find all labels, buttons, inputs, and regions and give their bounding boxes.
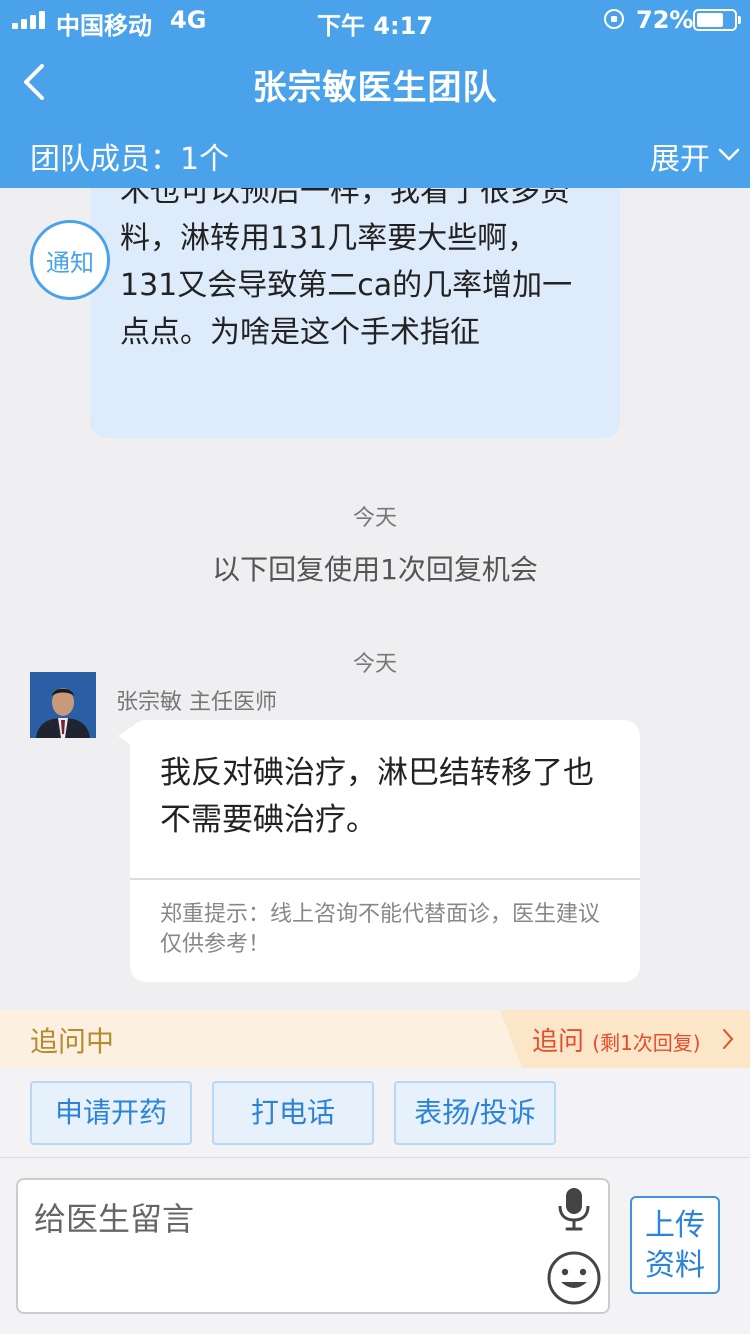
- team-members-label: 团队成员：1个: [30, 142, 230, 177]
- followup-remaining: (剩1次回复): [592, 1031, 701, 1055]
- page-title: 张宗敏医生团队: [252, 68, 498, 108]
- followup-status: 追问中: [30, 1025, 115, 1058]
- divider: [130, 878, 640, 880]
- chevron-down-icon[interactable]: [718, 148, 740, 162]
- expand-button[interactable]: 展开: [650, 134, 710, 178]
- doctor-reply-text: 我反对碘治疗，淋巴结转移了也不需要碘治疗。: [160, 755, 594, 838]
- status-bar: 中国移动 4G 下午 4:17 72%: [0, 0, 750, 40]
- timestamp-label: 今天: [352, 506, 397, 531]
- doctor-avatar[interactable]: [30, 672, 96, 738]
- notice-message-bubble: 术也可以预后一样，我看了很多资料，淋转用131几率要大些啊，131又会导致第二c…: [90, 188, 620, 438]
- input-placeholder: 给医生留言: [34, 1200, 195, 1238]
- followup-bar: 追问中 追问 (剩1次回复): [0, 1010, 750, 1068]
- timestamp-label: 今天: [352, 652, 397, 677]
- message-input[interactable]: 给医生留言: [16, 1178, 610, 1314]
- followup-button-label: 追问 (剩1次回复): [532, 1021, 701, 1058]
- rotation-lock-icon: [604, 9, 624, 29]
- mic-icon[interactable]: [554, 1186, 594, 1232]
- emoji-icon[interactable]: [546, 1250, 602, 1306]
- input-area: 给医生留言 上传资料: [0, 1158, 750, 1334]
- request-prescription-button[interactable]: 申请开药: [30, 1081, 192, 1145]
- doctor-name: 张宗敏 主任医师: [116, 690, 277, 715]
- upload-files-button[interactable]: 上传资料: [630, 1196, 720, 1294]
- followup-button[interactable]: 追问 (剩1次回复): [500, 1010, 750, 1068]
- chat-area[interactable]: 术也可以预后一样，我看了很多资料，淋转用131几率要大些啊，131又会导致第二c…: [0, 188, 750, 1010]
- feedback-button[interactable]: 表扬/投诉: [394, 1081, 556, 1145]
- battery-icon: [693, 9, 741, 31]
- disclaimer-note: 郑重提示：线上咨询不能代替面诊，医生建议仅供参考！: [160, 902, 601, 957]
- followup-button-text: 追问: [532, 1027, 585, 1057]
- notice-avatar-label: 通知: [46, 248, 94, 277]
- call-button[interactable]: 打电话: [212, 1081, 374, 1145]
- doctor-reply-bubble: 我反对碘治疗，淋巴结转移了也不需要碘治疗。 郑重提示：线上咨询不能代替面诊，医生…: [130, 720, 640, 982]
- notice-message-text: 术也可以预后一样，我看了很多资料，淋转用131几率要大些啊，131又会导致第二c…: [120, 188, 573, 350]
- quick-actions: 申请开药 打电话 表扬/投诉: [0, 1068, 750, 1158]
- battery-percent: 72%: [636, 6, 694, 34]
- chevron-right-icon: [723, 1029, 734, 1049]
- notice-avatar: 通知: [30, 220, 110, 300]
- app-header: 中国移动 4G 下午 4:17 72% 张宗敏医生团队 团队成员：1个 展开: [0, 0, 750, 188]
- system-message: 以下回复使用1次回复机会: [212, 553, 538, 586]
